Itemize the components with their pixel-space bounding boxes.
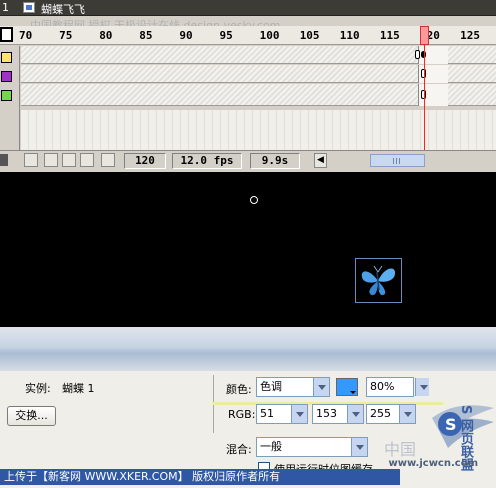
layer-color-swatch[interactable] <box>1 71 12 82</box>
scene-title-bar: 1 蝴蝶飞飞 <box>0 0 496 16</box>
chevron-down-icon[interactable] <box>351 438 367 456</box>
ruler-frame-label: 90 <box>179 29 193 42</box>
site-watermark-glyph: 中国 <box>384 440 417 459</box>
instance-label: 实例: <box>25 382 51 395</box>
registration-point <box>250 196 258 204</box>
green-value: 153 <box>316 407 337 420</box>
edit-multiple-frames-icon[interactable] <box>80 153 94 167</box>
ruler-frame-label: 105 <box>299 29 320 42</box>
layer-color-swatch[interactable] <box>1 90 12 101</box>
chevron-down-icon[interactable] <box>399 405 415 423</box>
color-label: 颜色: <box>226 383 252 396</box>
chevron-down-icon[interactable] <box>313 378 329 396</box>
rgb-label: RGB: <box>228 408 256 421</box>
onion-skin-outlines-icon[interactable] <box>62 153 76 167</box>
tint-percent-value: 80% <box>370 380 395 393</box>
color-mode-value: 色调 <box>260 380 282 393</box>
layer-color-column <box>0 46 20 150</box>
ruler-frame-label: 100 <box>259 29 280 42</box>
panel-divider-band <box>0 327 496 371</box>
onion-skin-icon[interactable] <box>44 153 58 167</box>
blend-mode-value: 一般 <box>260 440 282 453</box>
butterfly-instance[interactable] <box>355 258 402 303</box>
blend-label: 混合: <box>226 443 252 456</box>
tint-percent-field[interactable]: 80% <box>366 377 429 397</box>
swap-button[interactable]: 交换... <box>7 406 56 426</box>
site-url-watermark: www.jcwcn.com <box>388 458 478 469</box>
ruler-frame-label: 80 <box>99 29 113 42</box>
ruler-frame-label: 75 <box>59 29 73 42</box>
tint-color-swatch[interactable] <box>336 378 358 396</box>
instance-name: 蝴蝶 1 <box>62 382 95 395</box>
butterfly-icon <box>361 265 396 296</box>
red-value: 51 <box>260 407 274 420</box>
frame-rate-readout: 12.0 fps <box>172 153 242 169</box>
blue-value: 255 <box>370 407 391 420</box>
scroll-left-button[interactable]: ◀ <box>314 153 327 168</box>
ruler-frame-label: 85 <box>139 29 153 42</box>
chevron-down-icon[interactable] <box>347 405 363 423</box>
movie-clip-icon <box>23 2 35 13</box>
svg-text:S: S <box>445 415 457 434</box>
ruler-frame-label: 70 <box>19 29 33 42</box>
chevron-down-icon[interactable] <box>291 405 307 423</box>
center-frame-icon[interactable] <box>24 153 38 167</box>
chevron-down-icon[interactable] <box>415 378 429 396</box>
scene-number: 1 <box>2 1 9 14</box>
timeline-status-bar: 120 12.0 fps 9.9s ◀ <box>0 150 496 170</box>
playhead-marker[interactable] <box>420 26 429 45</box>
ruler-frame-label: 95 <box>219 29 233 42</box>
layer-color-swatch[interactable] <box>1 52 12 63</box>
color-mode-select[interactable]: 色调 <box>256 377 330 397</box>
timeline-corner-box <box>0 27 13 42</box>
elapsed-time-readout: 9.9s <box>250 153 300 169</box>
stage-canvas[interactable] <box>0 172 496 327</box>
blue-field[interactable]: 255 <box>366 404 416 424</box>
current-frame-readout: 120 <box>124 153 166 169</box>
blend-mode-select[interactable]: 一般 <box>256 437 368 457</box>
green-field[interactable]: 153 <box>312 404 364 424</box>
symbol-name[interactable]: 蝴蝶飞飞 <box>41 1 85 17</box>
ruler-frame-label: 125 <box>460 29 480 42</box>
upload-credit-banner: 上传于【新客网 WWW.XKER.COM】 版权归原作者所有 <box>0 469 400 485</box>
ruler-frame-label: 110 <box>339 29 360 42</box>
modify-onion-markers-icon[interactable] <box>101 153 115 167</box>
trash-icon[interactable] <box>0 154 8 166</box>
timeline-scrollbar-thumb[interactable] <box>370 154 425 167</box>
playhead-line <box>424 45 425 166</box>
ruler-frame-label: 115 <box>379 29 400 42</box>
red-field[interactable]: 51 <box>256 404 308 424</box>
keyframe[interactable] <box>415 50 420 59</box>
